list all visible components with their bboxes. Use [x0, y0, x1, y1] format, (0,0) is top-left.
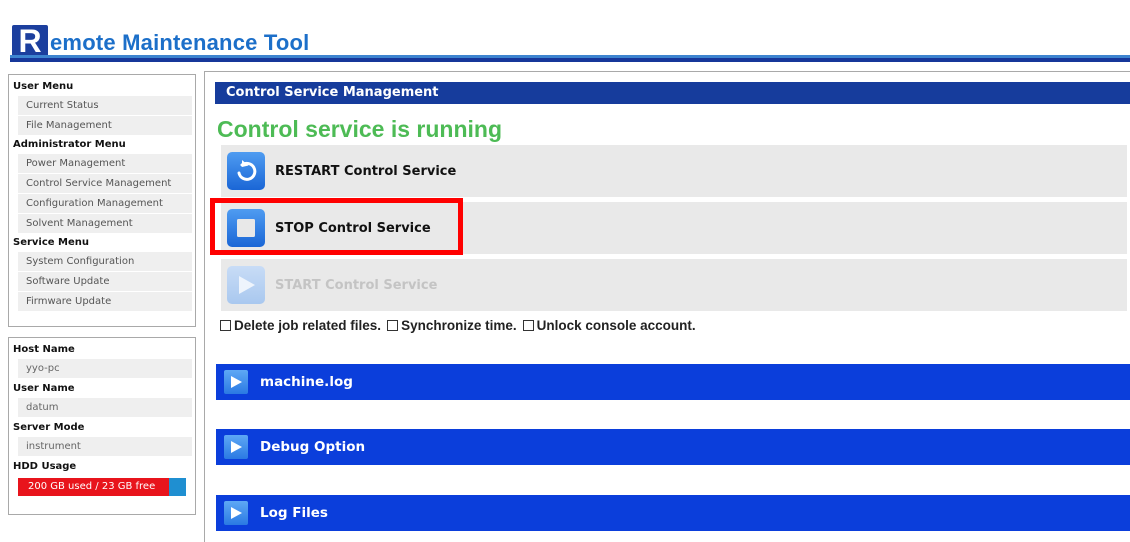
app-logo: R emote Maintenance Tool	[12, 20, 309, 58]
admin-menu-heading: Administrator Menu	[13, 139, 126, 150]
option-synchronize-time[interactable]: Synchronize time.	[387, 318, 517, 333]
app-header: R emote Maintenance Tool	[0, 0, 1130, 62]
logo-text: emote Maintenance Tool	[50, 30, 310, 55]
refresh-icon	[227, 152, 265, 190]
play-icon	[227, 266, 265, 304]
nav-item-power-management[interactable]: Power Management	[18, 154, 192, 173]
stop-service-button[interactable]: STOP Control Service	[221, 202, 1127, 254]
restart-service-label: RESTART Control Service	[275, 163, 457, 179]
nav-item-solvent-management[interactable]: Solvent Management	[18, 214, 192, 233]
restart-service-button[interactable]: RESTART Control Service	[221, 145, 1127, 197]
logo-letter: R	[12, 25, 48, 58]
nav-item-configuration-management[interactable]: Configuration Management	[18, 194, 192, 213]
server-mode-value: instrument	[18, 437, 192, 456]
server-mode-label: Server Mode	[13, 422, 85, 433]
nav-menu-panel: User Menu Current Status File Management…	[8, 74, 196, 327]
log-files-label: Log Files	[260, 505, 328, 521]
nav-item-current-status[interactable]: Current Status	[18, 96, 192, 115]
debug-option-section-toggle[interactable]: Debug Option	[216, 429, 1130, 465]
nav-item-control-service-management[interactable]: Control Service Management	[18, 174, 192, 193]
nav-item-software-update[interactable]: Software Update	[18, 272, 192, 291]
option-unlock-console[interactable]: Unlock console account.	[522, 318, 696, 333]
play-icon	[224, 435, 248, 459]
stop-icon	[227, 209, 265, 247]
unlock-console-label: Unlock console account.	[536, 318, 696, 333]
user-menu-heading: User Menu	[13, 81, 74, 92]
start-service-button: START Control Service	[221, 259, 1127, 311]
play-icon	[224, 501, 248, 525]
header-divider	[10, 55, 1130, 62]
log-files-section-toggle[interactable]: Log Files	[216, 495, 1130, 531]
host-name-label: Host Name	[13, 344, 75, 355]
host-info-panel: Host Name yyo-pc User Name datum Server …	[8, 337, 196, 515]
debug-option-label: Debug Option	[260, 439, 366, 455]
delete-job-files-checkbox[interactable]	[220, 320, 231, 331]
section-title: Control Service Management	[215, 82, 1130, 104]
hdd-usage-bar: 200 GB used / 23 GB free	[18, 478, 186, 496]
machine-log-section-toggle[interactable]: machine.log	[216, 364, 1130, 400]
service-menu-heading: Service Menu	[13, 237, 90, 248]
user-name-value: datum	[18, 398, 192, 417]
hdd-usage-label: HDD Usage	[13, 461, 77, 472]
main-panel: Control Service Management Control servi…	[204, 71, 1130, 542]
stop-service-label: STOP Control Service	[275, 220, 431, 236]
nav-item-firmware-update[interactable]: Firmware Update	[18, 292, 192, 311]
service-status-text: Control service is running	[217, 116, 502, 142]
host-name-value: yyo-pc	[18, 359, 192, 378]
unlock-console-checkbox[interactable]	[522, 320, 534, 331]
delete-job-files-label: Delete job related files.	[234, 318, 382, 333]
option-delete-job-files[interactable]: Delete job related files.	[220, 318, 381, 333]
nav-item-file-management[interactable]: File Management	[18, 116, 192, 135]
user-name-label: User Name	[13, 383, 75, 394]
machine-log-label: machine.log	[260, 374, 353, 390]
play-icon	[224, 370, 248, 394]
nav-item-system-configuration[interactable]: System Configuration	[18, 252, 192, 271]
hdd-usage-text: 200 GB used / 23 GB free	[18, 478, 169, 496]
start-service-label: START Control Service	[275, 277, 438, 293]
options-row: Delete job related files. Synchronize ti…	[220, 318, 702, 333]
synchronize-time-checkbox[interactable]	[387, 320, 399, 331]
synchronize-time-label: Synchronize time.	[401, 318, 517, 333]
